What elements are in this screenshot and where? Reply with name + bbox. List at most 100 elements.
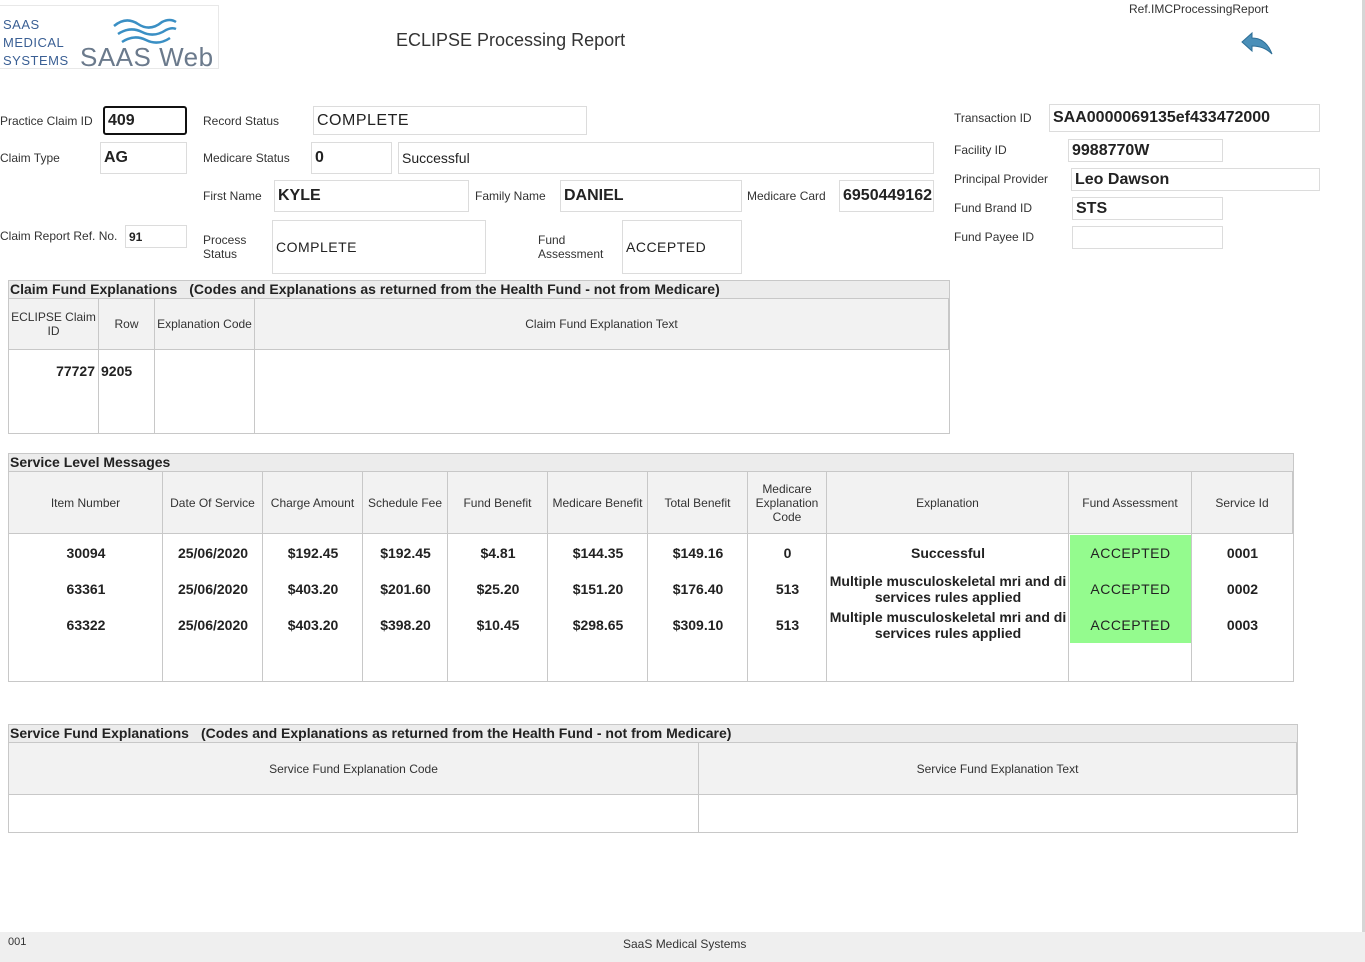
process-status-label: Process Status [203,233,246,261]
page-title: ECLIPSE Processing Report [396,30,626,50]
record-status-label: Record Status [203,114,280,128]
footer-company: SaaS Medical Systems [623,937,747,951]
principal-provider-field[interactable]: Leo Dawson [1071,168,1320,191]
report-reference: Ref.IMCProcessingReport [1129,2,1269,16]
table-row-1-medicare-benefit: $144.35 [572,545,624,561]
table-row-2-service-id: 0002 [1226,581,1259,597]
table-row-1-explanation-code: 0 [783,545,792,561]
fund-brand-id-field[interactable]: STS [1072,197,1223,220]
header-date-of-service: Date Of Service [163,472,263,534]
claim-fund-row-cell: 9205 [101,363,133,379]
table-row-2-explanation-code: 513 [775,581,800,597]
table-row-2-charge: $403.20 [287,581,339,597]
header-fund-benefit: Fund Benefit [448,472,548,534]
header-service-fund-explanation-text: Service Fund Explanation Text [699,743,1297,795]
fund-assessment-label-line-1: Fund [538,233,566,247]
claim-fund-explanations-subtitle: (Codes and Explanations as returned from… [189,281,720,297]
header-service-id: Service Id [1192,472,1293,534]
table-row-3-schedule-fee: $398.20 [380,617,431,633]
service-fund-explanations-table: Service Fund Explanations (Codes and Expl… [8,724,1298,833]
medicare-status-text-field[interactable]: Successful [398,142,934,174]
fund-assessment-field[interactable]: ACCEPTED [622,220,742,274]
header-service-fund-explanation-code: Service Fund Explanation Code [9,743,699,795]
table-row-1-date: 25/06/2020 [177,545,249,561]
medicare-status-code-field[interactable]: 0 [311,142,392,174]
footer: 001 SaaS Medical Systems [0,932,1365,962]
header-fund-assessment: Fund Assessment [1069,472,1192,534]
table-row-1-schedule-fee: $192.45 [380,545,431,561]
table-row-1-service-id: 0001 [1226,545,1259,561]
header-item-number: Item Number [9,472,163,534]
medicare-card-label: Medicare Card [747,189,826,203]
family-name-label: Family Name [475,189,546,203]
table-row-3-total-benefit: $309.10 [672,617,724,633]
header-explanation: Explanation [827,472,1069,534]
table-row-1-fund-benefit: $4.81 [480,545,516,561]
process-status-label-line-2: Status [203,247,238,261]
claim-report-ref-label: Claim Report Ref. No. [0,229,118,243]
table-row-2-date: 25/06/2020 [177,581,249,597]
fund-payee-id-field[interactable] [1072,226,1223,249]
table-row-2-schedule-fee: $201.60 [380,581,431,597]
col-divider [155,350,255,434]
table-row-2-explanation: Multiple musculoskeletal mri and di serv… [829,573,1067,605]
transaction-id-field[interactable]: SAA0000069135ef433472000 [1049,104,1320,132]
record-status-field[interactable]: COMPLETE [313,106,587,135]
claim-fund-explanations-table: Claim Fund Explanations (Codes and Explan… [8,280,950,434]
medicare-status-label: Medicare Status [203,151,290,165]
table-row-3-item-number: 63322 [66,617,106,633]
header-medicare-explanation-code: Medicare Explanation Code [748,472,827,534]
claim-fund-explanations-caption: Claim Fund Explanations (Codes and Explan… [9,281,949,299]
header-eclipse-claim-id: ECLIPSE Claim ID [9,299,99,350]
practice-claim-id-field[interactable]: 409 [103,106,187,135]
service-fund-explanations-subtitle: (Codes and Explanations as returned from… [200,725,732,741]
col-divider [9,795,699,833]
logo-line-1: SAAS [3,17,40,32]
first-name-field[interactable]: KYLE [274,180,469,212]
table-row-1-charge: $192.45 [287,545,339,561]
table-row-1-item-number: 30094 [66,545,106,561]
claim-fund-eclipse-id-cell: 77727 [56,363,95,379]
facility-id-field[interactable]: 9988770W [1068,139,1223,162]
transaction-id-label: Transaction ID [954,111,1032,125]
table-row-3-fund-assessment-badge: ACCEPTED [1070,607,1191,643]
table-row-3-charge: $403.20 [287,617,339,633]
logo-line-2: MEDICAL [3,35,65,50]
table-row-1-explanation: Successful [911,545,985,561]
table-row-2-fund-benefit: $25.20 [476,581,520,597]
table-row-2-fund-assessment-badge: ACCEPTED [1070,571,1191,607]
footer-code: 001 [8,936,27,948]
process-status-field[interactable]: COMPLETE [272,220,486,274]
fund-payee-id-label: Fund Payee ID [954,230,1035,244]
logo-company-text: SAAS MEDICAL SYSTEMS [3,16,69,70]
claim-report-ref-field[interactable]: 91 [125,225,187,248]
back-arrow-icon[interactable] [1238,30,1274,58]
header-schedule-fee: Schedule Fee [363,472,448,534]
practice-claim-id-label: Practice Claim ID [0,114,93,128]
table-row-3-service-id: 0003 [1226,617,1259,633]
first-name-label: First Name [203,189,262,203]
table-row-3-date: 25/06/2020 [177,617,249,633]
table-row-3-medicare-benefit: $298.65 [572,617,624,633]
header-row: Row [99,299,155,350]
service-level-messages-table: Service Level Messages Item Number Date … [8,453,1294,682]
table-row-2-item-number: 63361 [66,581,106,597]
claim-type-label: Claim Type [0,151,60,165]
claim-fund-explanations-title: Claim Fund Explanations [10,281,178,297]
logo-line-3: SYSTEMS [3,53,69,68]
table-row-3-explanation-code: 513 [775,617,800,633]
fund-assessment-label: Fund Assessment [538,233,603,261]
header-total-benefit: Total Benefit [648,472,748,534]
table-row-2-medicare-benefit: $151.20 [572,581,624,597]
medicare-card-field[interactable]: 6950449162 [839,180,934,212]
table-row-1-total-benefit: $149.16 [672,545,724,561]
fund-assessment-label-line-2: Assessment [538,247,604,261]
table-row-2-total-benefit: $176.40 [672,581,724,597]
table-row-1-fund-assessment-badge: ACCEPTED [1070,535,1191,571]
service-level-messages-caption: Service Level Messages [9,454,1293,472]
header-medicare-benefit: Medicare Benefit [548,472,648,534]
family-name-field[interactable]: DANIEL [560,180,742,212]
logo-product-text: SAAS Web [80,42,214,72]
process-status-label-line-1: Process [203,233,247,247]
claim-type-field[interactable]: AG [100,142,187,174]
